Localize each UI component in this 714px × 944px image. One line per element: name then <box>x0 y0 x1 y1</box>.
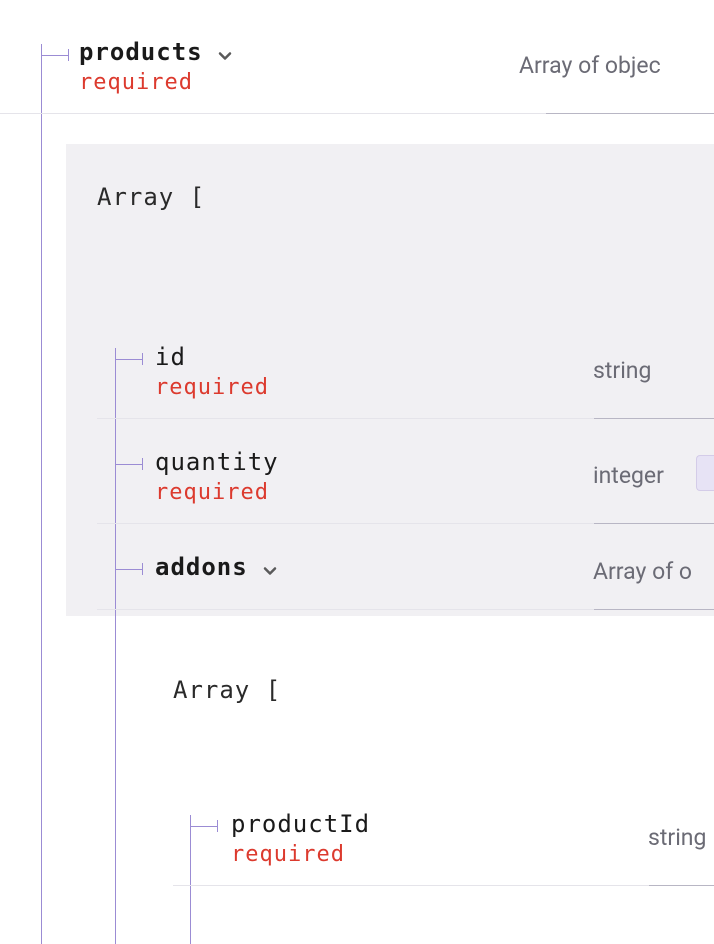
tree-connector <box>115 359 143 360</box>
type-label: Array of objec <box>519 52 661 79</box>
property-name: quantity <box>155 448 279 476</box>
tree-connector <box>190 826 218 827</box>
row-divider <box>173 885 649 886</box>
property-name: products <box>79 38 203 66</box>
property-name: addons <box>155 553 248 581</box>
type-underline <box>594 418 714 419</box>
tree-tick <box>217 820 218 832</box>
int-format-badge <box>696 455 714 491</box>
row-divider <box>97 609 594 610</box>
array-open-label: Array [ <box>97 183 205 211</box>
type-label: string <box>593 357 651 384</box>
tree-line-innermost <box>190 815 191 944</box>
property-products[interactable]: products required <box>79 38 233 95</box>
property-id: id required <box>155 343 269 400</box>
tree-connector <box>115 569 143 570</box>
type-label: integer <box>593 462 664 489</box>
row-divider <box>97 523 594 524</box>
required-label: required <box>155 480 279 505</box>
array-open-label: Array [ <box>173 676 281 704</box>
type-label: Array of o <box>593 558 692 585</box>
property-name: productId <box>231 810 370 838</box>
required-label: required <box>155 375 269 400</box>
type-underline <box>594 609 714 610</box>
tree-tick <box>142 353 143 365</box>
property-quantity: quantity required <box>155 448 279 505</box>
chevron-down-icon[interactable] <box>217 45 233 64</box>
tree-tick <box>142 563 143 575</box>
type-label: string <box>648 824 706 851</box>
tree-connector <box>115 464 143 465</box>
property-name: id <box>155 343 186 371</box>
type-underline <box>546 113 714 114</box>
tree-tick <box>142 458 143 470</box>
type-underline <box>594 523 714 524</box>
chevron-down-icon[interactable] <box>262 560 278 579</box>
required-label: required <box>79 70 233 95</box>
type-underline <box>649 885 714 886</box>
property-productId: productId required <box>231 810 370 867</box>
tree-connector <box>41 55 69 56</box>
tree-line-inner <box>115 348 116 944</box>
row-divider <box>97 418 594 419</box>
tree-line-outer <box>41 44 42 944</box>
property-addons[interactable]: addons <box>155 553 278 581</box>
tree-tick <box>68 49 69 61</box>
required-label: required <box>231 842 370 867</box>
row-divider <box>0 113 546 114</box>
